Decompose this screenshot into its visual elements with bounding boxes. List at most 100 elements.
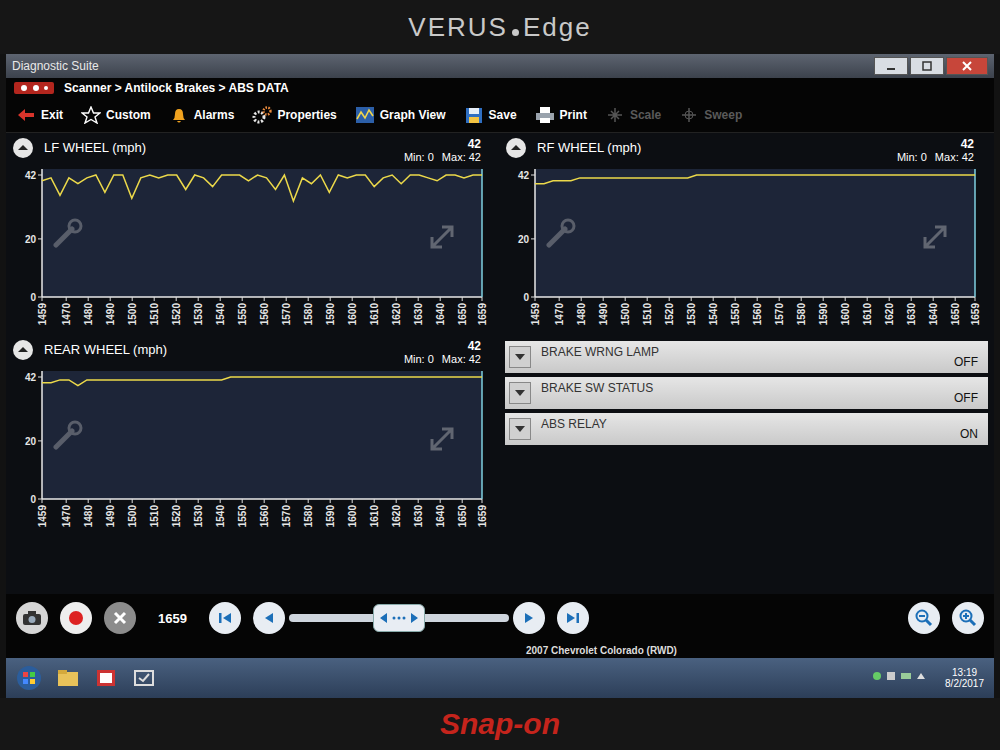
chart-panel: RF WHEEL (mph)42Min: 0Max: 4242200145914… <box>505 137 988 333</box>
x-tick: 1610 <box>369 499 380 527</box>
skip-end-button[interactable] <box>557 602 589 634</box>
taskbar-app[interactable] <box>56 667 80 689</box>
parameter-row[interactable]: ABS RELAYON <box>505 413 988 445</box>
x-tick: 1620 <box>391 499 402 527</box>
parameter-row[interactable]: BRAKE SW STATUSOFF <box>505 377 988 409</box>
min-value: Min: 0 <box>897 151 927 163</box>
x-tick-label: 1490 <box>598 303 609 326</box>
parameter-list: BRAKE WRNG LAMPOFF BRAKE SW STATUSOFF ABS … <box>505 339 988 535</box>
x-tick-label: 1540 <box>215 303 226 326</box>
x-tick: 1640 <box>928 297 939 325</box>
zoom-out-button[interactable] <box>908 602 940 634</box>
x-tick: 1540 <box>708 297 719 325</box>
y-axis <box>41 371 43 499</box>
x-tick-label: 1560 <box>259 303 270 326</box>
x-tick: 1470 <box>554 297 565 325</box>
x-tick-label: 1650 <box>950 303 961 326</box>
min-max: Min: 0Max: 42 <box>404 151 481 163</box>
parameter-name: ABS RELAY <box>541 413 950 431</box>
y-tick: 0 <box>30 494 42 505</box>
taskbar-app[interactable] <box>94 667 118 689</box>
x-tick-label: 1480 <box>576 303 587 326</box>
toolbar-button[interactable]: Exit <box>10 104 69 126</box>
parameter-row[interactable]: BRAKE WRNG LAMPOFF <box>505 341 988 373</box>
camera-button[interactable] <box>16 602 48 634</box>
toolbar-button[interactable]: Save <box>458 104 523 126</box>
toolbar-button[interactable]: Alarms <box>163 104 241 126</box>
toolbar-button[interactable]: Custom <box>75 104 157 126</box>
maximize-icon <box>921 61 933 71</box>
window-title: Diagnostic Suite <box>12 59 874 73</box>
y-tick-label: 42 <box>25 170 37 181</box>
minimize-button[interactable] <box>874 57 908 75</box>
next-button[interactable] <box>513 602 545 634</box>
toolbar-button[interactable]: Properties <box>246 104 342 126</box>
x-tick-label: 1590 <box>325 505 336 528</box>
x-tick-label: 1550 <box>730 303 741 326</box>
x-tick: 1500 <box>127 297 138 325</box>
chart-panel: LF WHEEL (mph)42Min: 0Max: 4242200145914… <box>12 137 495 333</box>
zoom-in-button[interactable] <box>952 602 984 634</box>
x-tick-label: 1560 <box>259 505 270 528</box>
x-tick-label: 1510 <box>642 303 653 326</box>
x-tick-label: 1459 <box>37 303 48 326</box>
x-tick-label: 1520 <box>171 505 182 528</box>
x-tick: 1530 <box>686 297 697 325</box>
stop-button[interactable] <box>104 602 136 634</box>
x-tick-label: 1459 <box>37 505 48 528</box>
x-tick: 1530 <box>193 297 204 325</box>
chevron-down-icon <box>514 388 526 398</box>
skip-end-icon <box>563 608 583 628</box>
x-tick: 1540 <box>215 499 226 527</box>
next-icon <box>519 608 539 628</box>
record-button[interactable] <box>60 602 92 634</box>
x-tick: 1570 <box>774 297 785 325</box>
current-value: 42 <box>961 137 974 151</box>
plot-area <box>535 169 975 297</box>
system-tray <box>871 669 931 687</box>
y-tick-label: 0 <box>30 494 36 505</box>
skip-start-button[interactable] <box>209 602 241 634</box>
maximize-button[interactable] <box>910 57 944 75</box>
x-tick-label: 1490 <box>105 303 116 326</box>
parameter-menu-button[interactable] <box>509 382 531 404</box>
taskbar-app[interactable] <box>132 667 156 689</box>
x-tick: 1610 <box>369 297 380 325</box>
brand-dot-icon <box>512 29 519 36</box>
y-tick: 0 <box>30 292 42 303</box>
sweep-icon <box>679 106 699 124</box>
toolbar-button[interactable]: Graph View <box>349 104 452 126</box>
brand-model: Edge <box>523 12 592 43</box>
x-tick-label: 1510 <box>149 303 160 326</box>
frame-slider[interactable] <box>253 602 545 634</box>
expand-icon <box>432 429 452 449</box>
collapse-button[interactable] <box>505 137 527 162</box>
x-tick-label: 1590 <box>325 303 336 326</box>
x-tick: 1510 <box>149 499 160 527</box>
x-tick: 1580 <box>796 297 807 325</box>
plot-area <box>42 169 482 297</box>
expand-icon <box>432 227 452 247</box>
toolbar-button[interactable]: Print <box>529 104 593 126</box>
toolbar-button[interactable]: Scale <box>599 104 667 126</box>
start-button[interactable] <box>16 665 42 691</box>
collapse-icon <box>12 339 34 361</box>
toolbar-label: Print <box>560 108 587 122</box>
collapse-button[interactable] <box>12 339 34 364</box>
line-chart: 4220014591470148014901500151015201530154… <box>505 167 985 333</box>
collapse-button[interactable] <box>12 137 34 162</box>
parameter-menu-button[interactable] <box>509 346 531 368</box>
x-tick-label: 1530 <box>193 505 204 528</box>
previous-button[interactable] <box>253 602 285 634</box>
x-tick: 1480 <box>83 297 94 325</box>
wrench-icon <box>56 220 81 245</box>
clock: 13:198/2/2017 <box>945 667 984 689</box>
status-bar: 2007 Chevrolet Colorado (RWD) <box>6 642 994 658</box>
slider-thumb[interactable] <box>373 604 425 632</box>
save-icon <box>464 106 484 124</box>
close-button[interactable] <box>946 57 988 75</box>
chart-title: REAR WHEEL (mph) <box>44 339 394 357</box>
x-tick: 1459 <box>37 297 48 325</box>
parameter-menu-button[interactable] <box>509 418 531 440</box>
toolbar-button[interactable]: Sweep <box>673 104 748 126</box>
